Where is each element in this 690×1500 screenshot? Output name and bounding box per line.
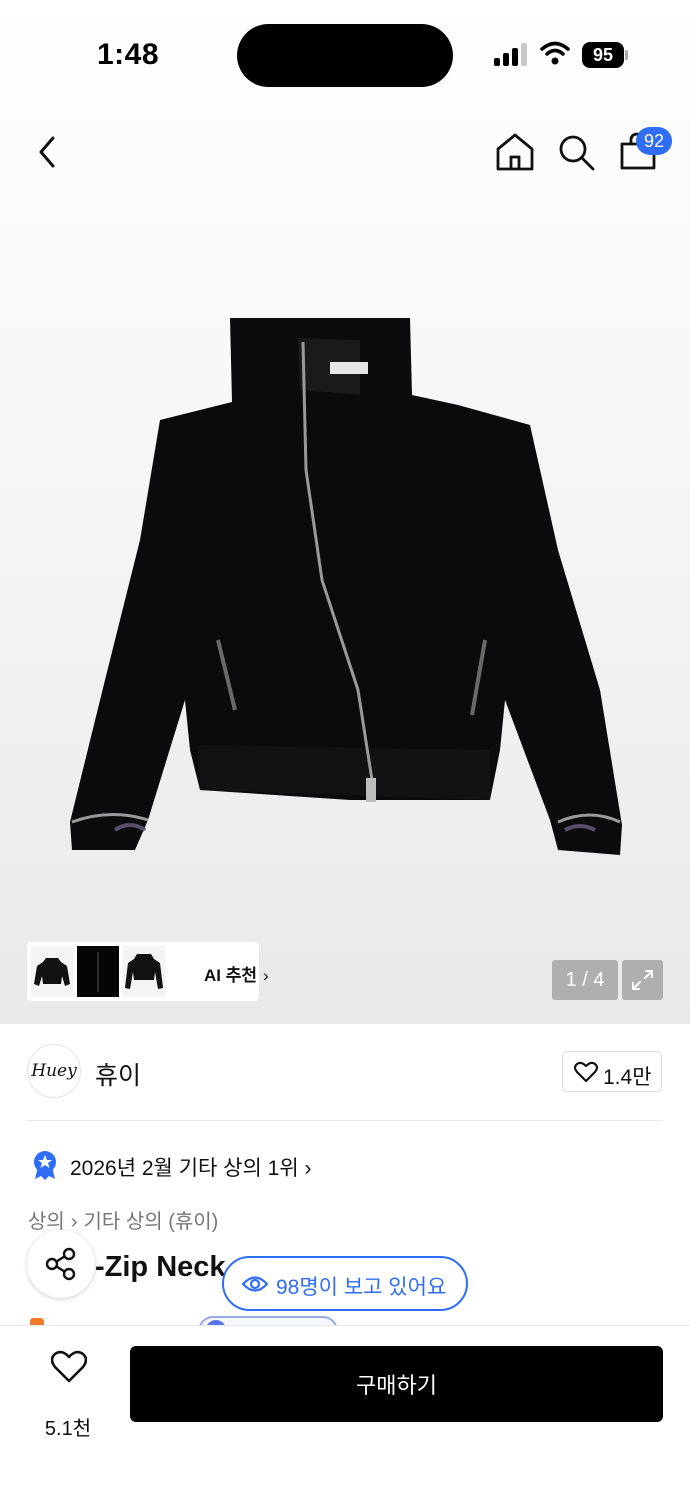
battery-icon: 95 <box>582 42 628 68</box>
ranking-badge-icon <box>34 1151 56 1180</box>
battery-level: 95 <box>582 42 624 68</box>
cellular-signal-icon <box>494 42 530 66</box>
wifi-icon <box>540 41 570 65</box>
home-button[interactable] <box>493 130 537 174</box>
chevron-right-icon: › <box>70 1211 78 1233</box>
thumbnail[interactable] <box>31 946 73 997</box>
brand-like-count: 1.4만 <box>603 1066 652 1089</box>
divider <box>27 1120 663 1121</box>
ai-recommend-label: AI 추천 <box>204 966 258 985</box>
buy-button[interactable]: 구매하기 <box>130 1346 663 1422</box>
cart-count-badge: 92 <box>636 127 672 155</box>
thumbnail[interactable] <box>123 946 165 997</box>
status-time: 1:48 <box>97 38 160 71</box>
expand-icon <box>632 970 653 990</box>
wishlist-button[interactable]: 5.1천 <box>30 1350 106 1440</box>
viewers-count-label: 98명이 보고 있어요 <box>276 1276 447 1299</box>
back-button[interactable] <box>26 130 70 174</box>
ranking-link[interactable]: 2026년 2월 기타 상의 1위 › <box>32 1150 312 1180</box>
viewers-count-pill[interactable]: 98명이 보고 있어요 <box>222 1256 468 1311</box>
product-title: -Zip Neck <box>95 1251 226 1283</box>
chevron-right-icon: › <box>304 1157 312 1180</box>
ranking-text: 2026년 2월 기타 상의 1위 › <box>70 1157 312 1180</box>
bottom-action-bar: 5.1천 구매하기 <box>0 1325 690 1500</box>
expand-button[interactable] <box>622 960 663 1000</box>
dynamic-island <box>237 24 453 87</box>
home-icon <box>496 133 534 171</box>
brand-logo[interactable]: Huey <box>27 1044 81 1098</box>
back-icon <box>39 136 55 168</box>
product-image[interactable] <box>60 310 630 870</box>
wishlist-count: 5.1천 <box>44 1418 92 1440</box>
thumbnail-strip[interactable]: AI 추천 › <box>27 942 269 1001</box>
search-icon <box>559 135 595 171</box>
ai-recommend-link[interactable]: AI 추천 › <box>204 961 269 986</box>
chevron-right-icon: › <box>263 966 269 985</box>
status-bar: 1:48 95 <box>0 0 690 110</box>
heart-icon <box>574 1061 598 1083</box>
thumbnail[interactable] <box>77 946 119 997</box>
share-button[interactable] <box>27 1230 95 1298</box>
breadcrumb-subcategory[interactable]: 기타 상의 (휴이) <box>83 1211 218 1233</box>
brand-like-button[interactable]: 1.4만 <box>562 1051 662 1092</box>
page-indicator: 1 / 4 <box>552 960 618 1000</box>
brand-name[interactable]: 휴이 <box>95 1056 141 1092</box>
eye-icon <box>242 1276 268 1292</box>
share-icon <box>45 1247 76 1281</box>
heart-icon <box>51 1350 87 1383</box>
search-button[interactable] <box>554 130 598 174</box>
